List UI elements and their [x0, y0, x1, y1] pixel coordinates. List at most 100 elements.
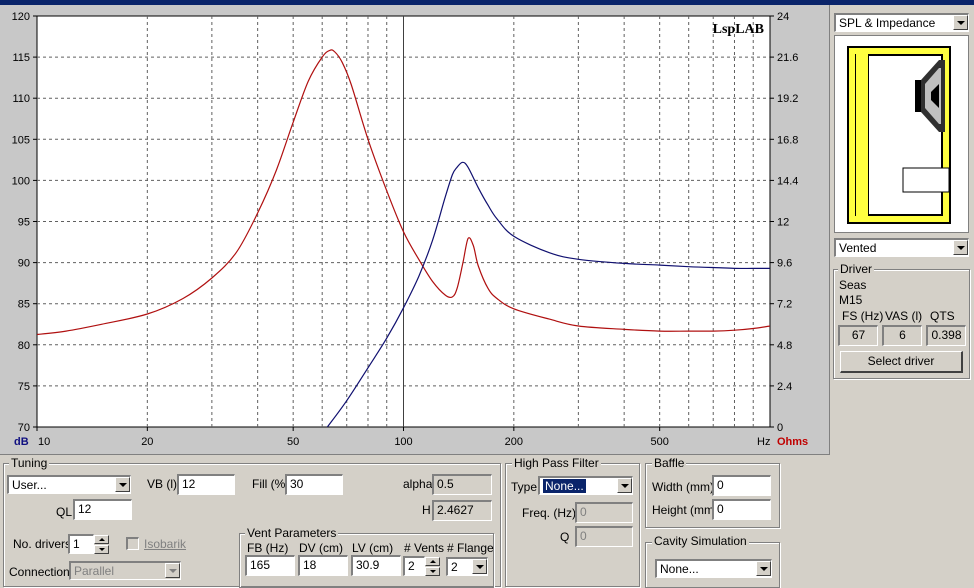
x-tick-label: 50: [287, 436, 299, 448]
enclosure-diagram: [834, 35, 969, 233]
y-right-tick-label: 16.8: [777, 134, 798, 146]
fill-field[interactable]: 30: [285, 474, 343, 495]
x-tick-label: 10: [38, 436, 50, 448]
isobarik-label: Isobarik: [144, 537, 187, 551]
y-left-tick-label: 70: [18, 422, 30, 434]
spin-down-icon[interactable]: [425, 567, 440, 576]
y-left-tick-label: 110: [12, 93, 30, 105]
y-left-tick-label: 75: [18, 381, 30, 393]
vents-field[interactable]: 2: [403, 556, 425, 576]
flange-select[interactable]: 2: [446, 557, 488, 576]
y-right-tick-label: 19.2: [777, 93, 798, 105]
hpf-group-title: High Pass Filter: [512, 456, 601, 470]
connection-select[interactable]: Parallel: [69, 561, 181, 580]
flange-value: 2: [451, 560, 458, 574]
hpf-q-label: Q: [560, 530, 570, 544]
y-left-tick-label: 115: [12, 52, 30, 64]
alpha-value: 0.5: [432, 474, 492, 495]
drivers-label: No. drivers: [13, 537, 72, 551]
y-left-unit-label: dB: [14, 436, 29, 448]
chevron-down-icon[interactable]: [953, 15, 968, 30]
cavity-group-title: Cavity Simulation: [652, 534, 749, 548]
x-tick-label: 100: [394, 436, 412, 448]
y-left-tick-label: 120: [12, 11, 30, 23]
x-unit-label: Hz: [757, 436, 770, 448]
hpf-type-label: Type: [511, 480, 538, 494]
vents-spinner[interactable]: [425, 557, 440, 576]
tuning-group-title: Tuning: [9, 456, 50, 470]
cavity-value: None...: [660, 562, 699, 576]
y-right-tick-label: 14.4: [777, 175, 798, 187]
select-driver-button[interactable]: Select driver: [840, 351, 963, 373]
dv-field[interactable]: 18: [298, 555, 348, 576]
h-value: 2.4627: [432, 500, 492, 521]
drivers-spinner[interactable]: [94, 535, 109, 554]
vb-field[interactable]: 12: [177, 474, 235, 495]
enclosure-select[interactable]: Vented: [834, 238, 969, 257]
connection-value: Parallel: [74, 564, 115, 578]
hpf-type-select[interactable]: None...: [538, 476, 633, 495]
vented-box-icon: [847, 46, 951, 224]
driver-group-title: Driver: [838, 262, 874, 276]
baffle-width-field[interactable]: 0: [712, 475, 771, 496]
ql-field[interactable]: 12: [73, 499, 132, 520]
y-left-tick-label: 90: [18, 258, 30, 270]
flange-label: # Flange: [447, 541, 494, 555]
cavity-select[interactable]: None...: [655, 559, 772, 578]
spin-up-icon[interactable]: [425, 557, 440, 566]
y-right-tick-label: 9.6: [777, 258, 792, 270]
qts-value: 0.398: [926, 325, 966, 346]
fb-label: FB (Hz): [247, 541, 289, 555]
fb-field[interactable]: 165: [245, 555, 295, 576]
fs-label: FS (Hz): [842, 309, 884, 323]
hpf-q-field[interactable]: 0: [575, 526, 633, 547]
response-plot[interactable]: 70 75 80 85 90 95 100 105 110 115 120 0 2.4 4.8 7.2 9.6…: [0, 5, 830, 455]
chevron-down-icon[interactable]: [953, 240, 968, 255]
spin-down-icon[interactable]: [94, 545, 109, 554]
chevron-down-icon[interactable]: [756, 561, 771, 576]
y-left-tick-label: 85: [18, 299, 30, 311]
response-chart: 70 75 80 85 90 95 100 105 110 115 120 0 2.4 4.8 7.2 9.6…: [12, 11, 809, 448]
y-right-tick-label: 7.2: [777, 299, 792, 311]
tuning-preset-value: User...: [12, 478, 47, 492]
hpf-freq-field[interactable]: 0: [575, 502, 633, 523]
y-right-unit-label: Ohms: [777, 436, 808, 448]
h-label: H: [422, 503, 431, 517]
isobarik-checkbox[interactable]: [126, 537, 139, 550]
fill-label: Fill (%): [252, 477, 290, 491]
y-right-tick-label: 21.6: [777, 52, 798, 64]
view-select[interactable]: SPL & Impedance: [834, 13, 969, 32]
vas-value: 6: [882, 325, 922, 346]
baffle-height-field[interactable]: 0: [712, 499, 771, 520]
dv-label: DV (cm): [299, 541, 343, 555]
x-tick-label: 500: [650, 436, 668, 448]
x-tick-label: 200: [505, 436, 523, 448]
controls-panel: Tuning User... VB (l) 12 Fill (%) 30 alp…: [0, 455, 974, 588]
watermark-label: LspLAB: [713, 22, 764, 37]
chevron-down-icon[interactable]: [165, 563, 180, 578]
vb-label: VB (l): [147, 477, 177, 491]
vents-label: # Vents: [404, 541, 445, 555]
chevron-down-icon[interactable]: [472, 559, 487, 574]
chevron-down-icon[interactable]: [617, 478, 632, 493]
alpha-label: alpha: [403, 477, 433, 491]
baffle-group-title: Baffle: [652, 456, 687, 470]
connection-label: Connection: [9, 565, 70, 579]
lv-field[interactable]: 30.9: [351, 555, 401, 576]
y-right-tick-label: 24: [777, 11, 789, 23]
y-right-tick-label: 2.4: [777, 381, 792, 393]
enclosure-select-value: Vented: [839, 241, 877, 255]
y-right-tick-label: 12: [777, 217, 789, 229]
y-left-tick-label: 105: [12, 134, 30, 146]
vas-label: VAS (l): [885, 309, 923, 323]
y-right-tick-label: 0: [777, 422, 783, 434]
tuning-preset-select[interactable]: User...: [7, 475, 131, 494]
chevron-down-icon[interactable]: [115, 477, 130, 492]
driver-model: M15: [839, 293, 863, 307]
hpf-type-value: None...: [542, 478, 587, 494]
drivers-field[interactable]: 1: [68, 534, 94, 554]
fs-value: 67: [838, 325, 878, 346]
baffle-width-label: Width (mm): [652, 480, 714, 494]
vent-group-title: Vent Parameters: [245, 526, 339, 540]
spin-up-icon[interactable]: [94, 535, 109, 544]
